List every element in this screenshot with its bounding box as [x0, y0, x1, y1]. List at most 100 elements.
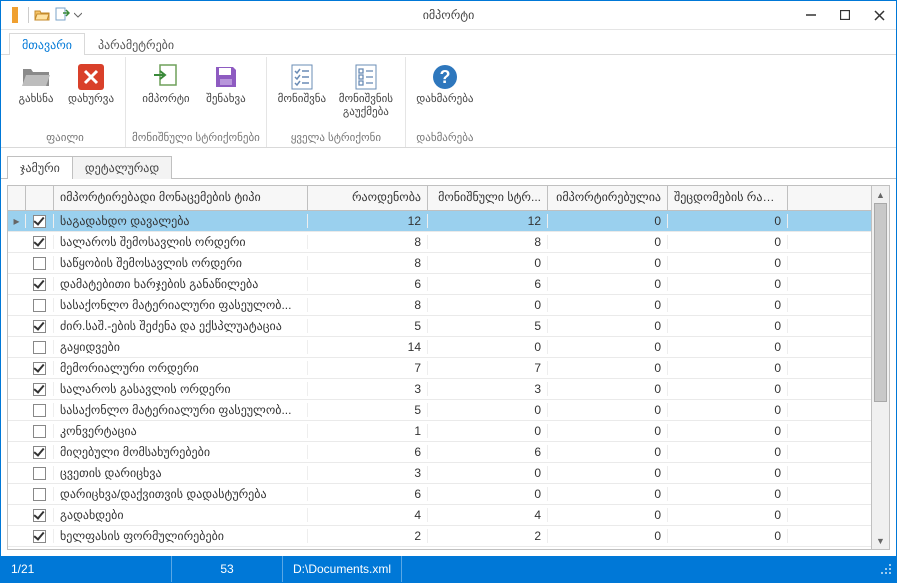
unmark-all-button[interactable]: მონიშვნის გაუქმება	[333, 57, 399, 119]
table-row[interactable]: პარტნიორის ანგარიშის გადაფასება1000	[8, 547, 871, 549]
status-sum: 53	[172, 556, 283, 582]
table-row[interactable]: საწყობის შემოსავლის ორდერი8000	[8, 253, 871, 274]
cell-imported: 0	[548, 466, 668, 480]
row-checkbox[interactable]	[26, 235, 54, 249]
cell-type: გადახდები	[54, 508, 308, 522]
table-row[interactable]: ძირ.საშ.-ების შეძენა და ექსპლუატაცია5500	[8, 316, 871, 337]
row-checkbox[interactable]	[26, 487, 54, 501]
col-qty[interactable]: რაოდენობა	[308, 186, 428, 210]
scroll-up-icon[interactable]: ▲	[872, 186, 889, 203]
table-row[interactable]: სალაროს გასავლის ორდერი3300	[8, 379, 871, 400]
import-button[interactable]: იმპორტი	[137, 57, 195, 106]
cell-marked: 12	[428, 214, 548, 228]
save-button[interactable]: შენახვა	[197, 57, 255, 106]
row-checkbox[interactable]	[26, 361, 54, 375]
cell-type: დარიცხვა/დაქვითვის დადასტურება	[54, 487, 308, 501]
qa-dropdown-icon[interactable]	[72, 5, 84, 25]
cell-errors: 0	[668, 487, 788, 501]
scroll-down-icon[interactable]: ▼	[872, 532, 889, 549]
col-indicator[interactable]	[8, 186, 26, 210]
cell-errors: 0	[668, 445, 788, 459]
tab-summary[interactable]: ჯამური	[7, 156, 73, 179]
group-label-file: ფაილი	[46, 129, 84, 147]
col-imported[interactable]: იმპორტირებულია	[548, 186, 668, 210]
col-marked[interactable]: მონიშნული სტრ...	[428, 186, 548, 210]
mark-all-button[interactable]: მონიშვნა	[273, 57, 331, 106]
cell-type: მემორიალური ორდერი	[54, 361, 308, 375]
col-checkbox[interactable]	[26, 186, 54, 210]
scroll-thumb[interactable]	[874, 203, 887, 402]
cell-imported: 0	[548, 424, 668, 438]
col-type[interactable]: იმპორტირებადი მონაცემების ტიპი	[54, 186, 308, 210]
cell-marked: 8	[428, 235, 548, 249]
minimize-button[interactable]	[794, 1, 828, 29]
row-checkbox[interactable]	[26, 277, 54, 291]
group-label-marked: მონიშნული სტრიქონები	[132, 129, 260, 147]
maximize-button[interactable]	[828, 1, 862, 29]
row-checkbox[interactable]	[26, 298, 54, 312]
open-button[interactable]: გახსნა	[11, 57, 61, 106]
cell-errors: 0	[668, 235, 788, 249]
cell-errors: 0	[668, 361, 788, 375]
vertical-scrollbar[interactable]: ▲ ▼	[871, 186, 889, 549]
ribbon-tab-main[interactable]: მთავარი	[9, 33, 85, 55]
cell-imported: 0	[548, 508, 668, 522]
table-row[interactable]: დამატებითი ხარჯების განაწილება6600	[8, 274, 871, 295]
table-row[interactable]: სასაქონლო მატერიალური ფასეულობ...5000	[8, 400, 871, 421]
table-row[interactable]: გაყიდვები14000	[8, 337, 871, 358]
row-checkbox[interactable]	[26, 529, 54, 543]
table-row[interactable]: გადახდები4400	[8, 505, 871, 526]
row-checkbox[interactable]	[26, 403, 54, 417]
cell-imported: 0	[548, 319, 668, 333]
cell-imported: 0	[548, 487, 668, 501]
cell-errors: 0	[668, 424, 788, 438]
table-row[interactable]: ცვეთის დარიცხვა3000	[8, 463, 871, 484]
table-row[interactable]: მიღებული მომსახურებები6600	[8, 442, 871, 463]
qa-open-icon[interactable]	[32, 5, 52, 25]
row-checkbox[interactable]	[26, 508, 54, 522]
cell-qty: 8	[308, 298, 428, 312]
import-doc-icon	[152, 61, 180, 93]
table-row[interactable]: დარიცხვა/დაქვითვის დადასტურება6000	[8, 484, 871, 505]
row-checkbox[interactable]	[26, 382, 54, 396]
col-errors[interactable]: შეცდომების რაო...	[668, 186, 788, 210]
table-row[interactable]: ხელფასის ფორმულირებები2200	[8, 526, 871, 547]
data-grid: იმპორტირებადი მონაცემების ტიპი რაოდენობა…	[7, 185, 890, 550]
cell-imported: 0	[548, 382, 668, 396]
row-checkbox[interactable]	[26, 445, 54, 459]
help-button[interactable]: ? დახმარება	[412, 57, 478, 106]
row-checkbox[interactable]	[26, 466, 54, 480]
table-row[interactable]: კონვერტაცია1000	[8, 421, 871, 442]
table-row[interactable]: მემორიალური ორდერი7700	[8, 358, 871, 379]
row-checkbox[interactable]	[26, 319, 54, 333]
cell-errors: 0	[668, 277, 788, 291]
cell-qty: 6	[308, 487, 428, 501]
grid-body[interactable]: ▸საგადახდო დავალება121200 სალაროს შემოსავ…	[8, 211, 871, 549]
help-icon: ?	[432, 61, 458, 93]
qa-export-icon[interactable]	[52, 5, 72, 25]
grid-header: იმპორტირებადი მონაცემების ტიპი რაოდენობა…	[8, 186, 871, 211]
ribbon-group-help: ? დახმარება დახმარება	[406, 57, 484, 147]
close-button[interactable]	[862, 1, 896, 29]
row-checkbox[interactable]	[26, 424, 54, 438]
resize-grip-icon[interactable]	[876, 563, 896, 575]
cell-type: სალაროს შემოსავლის ორდერი	[54, 235, 308, 249]
cell-qty: 5	[308, 403, 428, 417]
cell-type: ხელფასის ფორმულირებები	[54, 529, 308, 543]
row-checkbox[interactable]	[26, 256, 54, 270]
cell-marked: 0	[428, 340, 548, 354]
status-filepath: D:\Documents.xml	[283, 556, 402, 582]
row-checkbox[interactable]	[26, 340, 54, 354]
ribbon-body: გახსნა დახურვა ფაილი	[1, 55, 896, 148]
tab-details[interactable]: დეტალურად	[72, 156, 172, 179]
table-row[interactable]: სასაქონლო მატერიალური ფასეულობ...8000	[8, 295, 871, 316]
table-row[interactable]: სალაროს შემოსავლის ორდერი8800	[8, 232, 871, 253]
table-row[interactable]: ▸საგადახდო დავალება121200	[8, 211, 871, 232]
row-checkbox[interactable]	[26, 214, 54, 228]
cell-imported: 0	[548, 235, 668, 249]
cell-imported: 0	[548, 361, 668, 375]
close-file-button[interactable]: დახურვა	[63, 57, 119, 106]
folder-open-icon	[21, 61, 51, 93]
cell-qty: 12	[308, 214, 428, 228]
ribbon-tab-params[interactable]: პარამეტრები	[85, 33, 187, 55]
